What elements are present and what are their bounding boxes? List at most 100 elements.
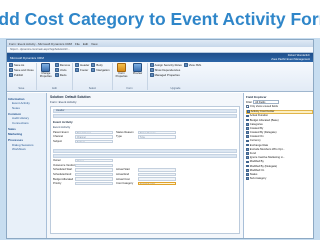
navigation-button[interactable]: Navigation xyxy=(91,68,110,73)
nav-item-connections[interactable]: Connections xyxy=(8,121,45,125)
ribbon-group-title: Select xyxy=(88,87,96,90)
nav-section-sales[interactable]: Sales xyxy=(8,127,45,131)
nav-section-common[interactable]: Common xyxy=(8,112,45,116)
nav-item-workflows[interactable]: Workflows xyxy=(8,147,45,151)
actual-end-field[interactable] xyxy=(138,172,176,177)
field-icon xyxy=(246,148,249,151)
form-properties-icon xyxy=(117,63,127,72)
field-icon xyxy=(246,160,249,164)
header-icon xyxy=(75,63,80,67)
change-properties-button[interactable]: Change Properties xyxy=(39,63,53,79)
managed-properties-button[interactable]: Managed Properties xyxy=(149,73,182,78)
nav-section-marketing[interactable]: Marketing xyxy=(8,132,45,136)
field-icon xyxy=(247,110,250,113)
save-as-button[interactable]: Save As xyxy=(9,63,34,67)
field-explorer: Field Explorer Filter All Fields Only sh… xyxy=(243,93,313,238)
type-field[interactable]: Type xyxy=(138,135,176,139)
actual-start-field[interactable] xyxy=(138,168,176,172)
field-label: Channel xyxy=(53,135,64,139)
user-info[interactable]: Robert Wunderlich Zoes Pacific Event Man… xyxy=(271,54,310,60)
field-list-label: Created By xyxy=(249,126,264,130)
outsource-vendors-field[interactable] xyxy=(75,163,113,168)
field-list-label: Budget Allocated (Base) xyxy=(249,118,279,122)
checkbox-icon xyxy=(246,105,249,109)
browser-tab[interactable]: Form: Event Activity - Microsoft Dynamic… xyxy=(9,42,72,46)
undo-button[interactable]: Undo xyxy=(54,68,70,73)
security-icon xyxy=(149,63,154,67)
ribbon-group-save: Save As Save and Close Publish Save xyxy=(9,63,37,90)
browser-tab-bar: Form: Event Activity - Microsoft Dynamic… xyxy=(7,40,313,47)
filter-label: Filter xyxy=(246,100,252,104)
body-button[interactable]: Body xyxy=(91,63,109,67)
field-list-label: Ignore Inactive Marketing Li... xyxy=(249,156,286,160)
save-close-button[interactable]: Save and Close xyxy=(9,68,34,73)
save-icon xyxy=(9,63,13,67)
ribbon-group-upgrade: Assign Security Roles Show Dependencies … xyxy=(149,63,204,90)
nav-section-information[interactable]: Information xyxy=(8,97,45,101)
unused-fields-toggle[interactable]: Only show unused fields xyxy=(246,105,313,108)
preview-button[interactable]: Preview xyxy=(131,63,145,79)
priority-field[interactable] xyxy=(75,182,113,186)
form-header-bar[interactable]: Header xyxy=(53,108,237,113)
form-header-row[interactable] xyxy=(53,113,237,118)
field-icon xyxy=(246,152,249,155)
field-label: Actual Start xyxy=(116,168,130,172)
field-label: Status Reason xyxy=(116,130,134,134)
field-icon xyxy=(246,127,249,130)
crm-screenshot: Form: Event Activity - Microsoft Dynamic… xyxy=(6,39,314,239)
menu-file[interactable]: File xyxy=(75,42,80,46)
nav-item-audit-history[interactable]: Audit History xyxy=(8,116,45,120)
menu-edit[interactable]: Edit xyxy=(83,42,88,46)
left-nav: Information Event Activity Notes Common … xyxy=(7,93,47,238)
field-icon xyxy=(246,139,249,143)
budget-allocated-field[interactable] xyxy=(75,177,113,181)
filter-select[interactable]: All Fields xyxy=(253,100,280,104)
status-reason-field[interactable]: Status Reason xyxy=(138,130,176,135)
form-spacer-section[interactable] xyxy=(53,153,237,158)
nav-item-event-activity[interactable]: Event Activity xyxy=(8,101,45,105)
field-list-item[interactable]: Sub-Category xyxy=(246,177,313,181)
field-list-label: Activity Cost Center xyxy=(250,110,275,114)
section-event-activity[interactable]: Event Activity xyxy=(53,125,237,129)
field-list-label: Fund xyxy=(249,152,256,156)
form-spacer-section[interactable] xyxy=(53,148,237,153)
publish-button[interactable]: Publish xyxy=(9,73,34,78)
field-list-label: Exclude Members Who Opt... xyxy=(249,147,285,151)
slide-title: Add Cost Category to Event Activity Form xyxy=(0,0,320,38)
assign-security-roles-button[interactable]: Assign Security Roles xyxy=(149,63,182,67)
field-icon xyxy=(246,114,249,118)
view-xml-button[interactable]: View XML xyxy=(183,63,201,67)
remove-button[interactable]: Remove xyxy=(54,63,70,67)
nav-item-notes[interactable]: Notes xyxy=(8,106,45,110)
scheduled-start-field[interactable] xyxy=(75,168,113,172)
parent-event-field[interactable]: Parent Event xyxy=(75,130,113,135)
field-icon xyxy=(246,156,249,160)
nav-item-dialog-sessions[interactable]: Dialog Sessions xyxy=(8,143,45,147)
field-icon xyxy=(246,177,249,180)
redo-button[interactable]: Redo xyxy=(54,73,70,78)
field-list-label: Created On xyxy=(249,135,264,139)
footer-button[interactable]: Footer xyxy=(75,68,89,73)
tab-event-activity[interactable]: Event Activity xyxy=(53,120,237,124)
navigation-icon xyxy=(91,68,96,73)
field-label: Priority xyxy=(53,182,62,186)
header-button[interactable]: Header xyxy=(75,63,89,67)
show-dependencies-button[interactable]: Show Dependencies xyxy=(149,68,182,73)
field-icon xyxy=(246,118,249,122)
field-label: Cost Category xyxy=(116,182,134,186)
subject-field[interactable]: Subject xyxy=(75,139,113,144)
menu-view[interactable]: View xyxy=(91,42,97,46)
field-label: Type xyxy=(116,135,122,139)
field-label: Subject xyxy=(53,140,62,144)
field-label: Actual Cost xyxy=(116,177,130,181)
actual-cost-field[interactable] xyxy=(138,177,176,181)
form-properties-button[interactable]: Form Properties xyxy=(115,63,129,79)
channel-field[interactable]: Channel xyxy=(75,135,113,139)
owner-field[interactable]: Owner xyxy=(75,159,113,163)
app-name: Microsoft Dynamics CRM xyxy=(10,55,44,60)
nav-section-processes[interactable]: Processes xyxy=(8,138,45,142)
cost-category-field[interactable]: Cost Category xyxy=(138,182,176,186)
scheduled-end-field[interactable] xyxy=(75,172,113,177)
form-row: Priority Cost Category Cost Category xyxy=(53,181,237,186)
field-list-label: Currency xyxy=(249,139,261,143)
